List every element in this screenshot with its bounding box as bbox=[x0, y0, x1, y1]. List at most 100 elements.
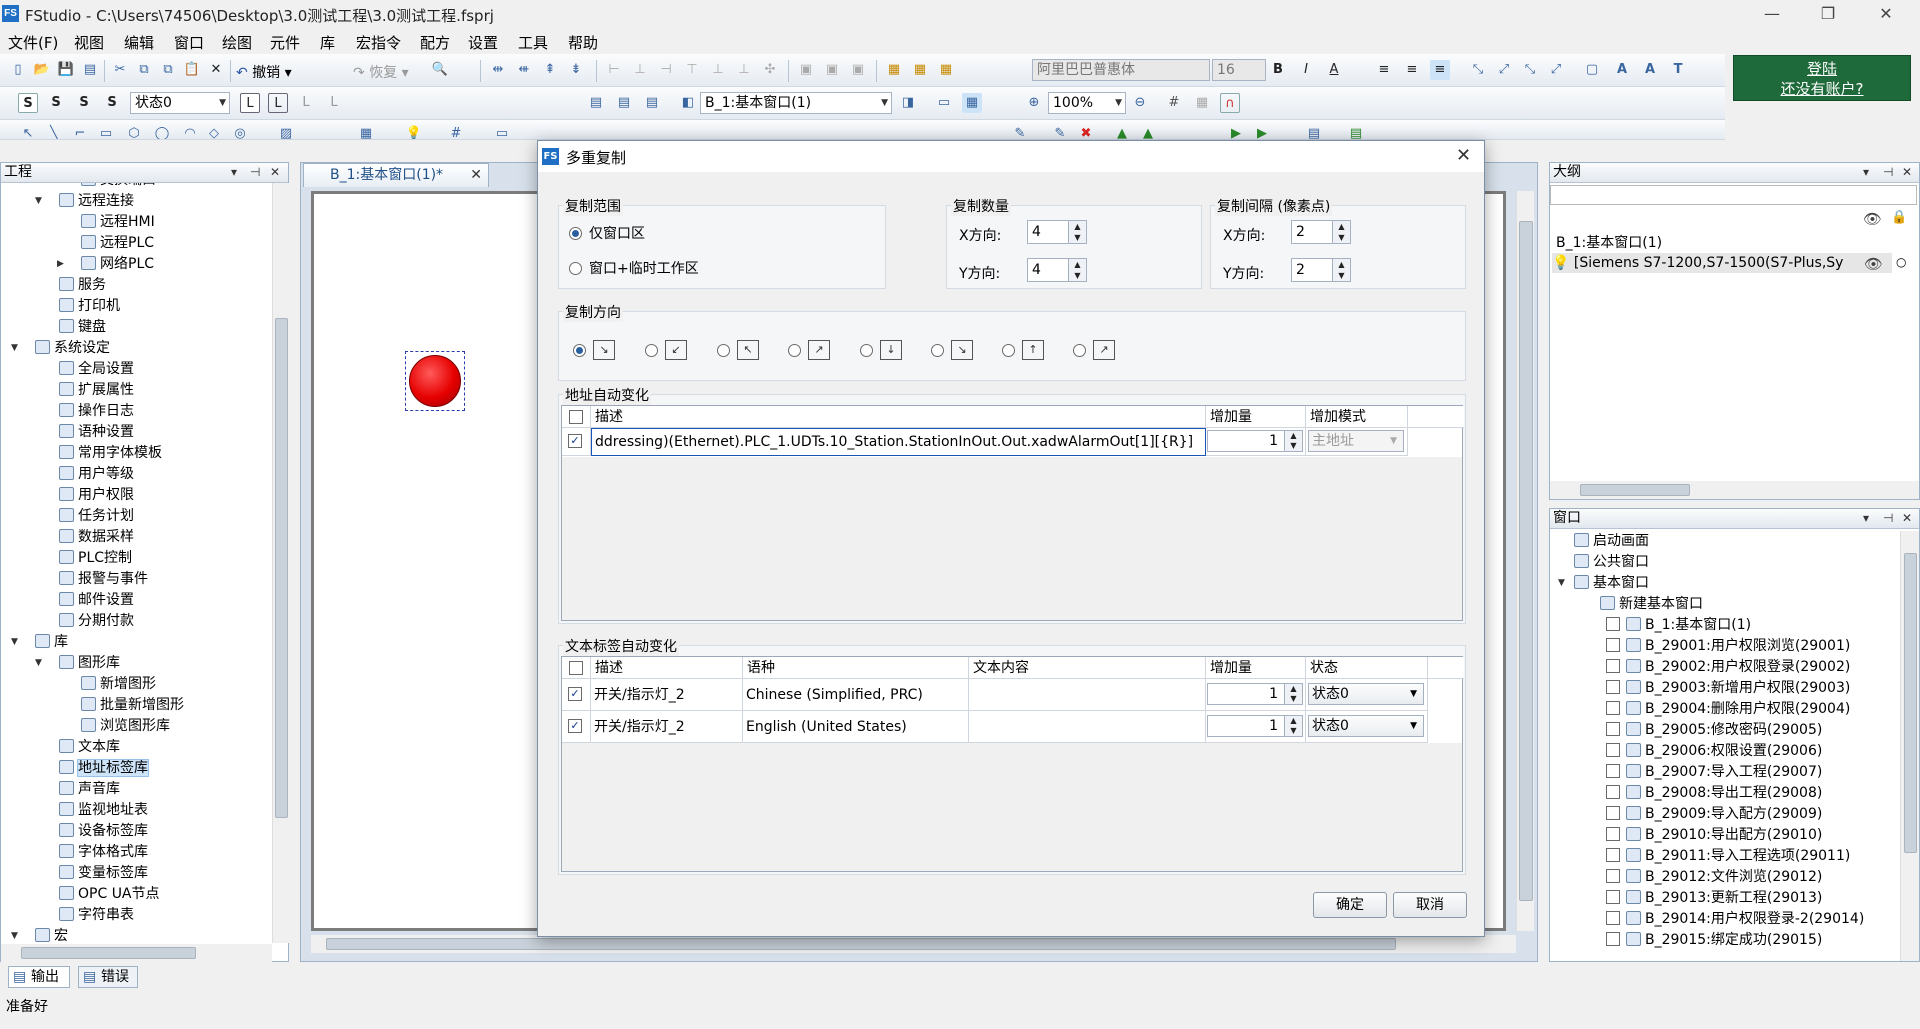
canvas-hscroll[interactable] bbox=[311, 935, 1516, 953]
dropdown-icon[interactable]: ▾ bbox=[1863, 509, 1869, 528]
window-list-item[interactable]: B_29009:导入配方(29009) bbox=[1606, 804, 1822, 824]
window-list-item[interactable]: B_29004:删除用户权限(29004) bbox=[1606, 699, 1850, 719]
text-row-checkbox[interactable]: ✓ bbox=[568, 719, 582, 733]
download-icon[interactable]: ▤ bbox=[1304, 124, 1324, 139]
window-item-checkbox[interactable] bbox=[1606, 638, 1620, 652]
tree-expander-icon[interactable]: ▶ bbox=[57, 254, 64, 274]
window-list-item[interactable]: B_29012:文件浏览(29012) bbox=[1606, 867, 1822, 887]
align-top-icon[interactable]: ⊤ bbox=[682, 60, 702, 80]
window-list-item[interactable]: B_29003:新增用户权限(29003) bbox=[1606, 678, 1850, 698]
tree-item[interactable]: 打印机 bbox=[59, 296, 120, 316]
dropdown-icon[interactable]: ▾ bbox=[231, 163, 237, 182]
prev-window-icon[interactable]: ◧ bbox=[678, 93, 698, 113]
unlock-icon[interactable]: ○ bbox=[1896, 255, 1906, 269]
text-size-up-icon[interactable]: A bbox=[1612, 60, 1632, 80]
align-icon[interactable]: ⇺ bbox=[514, 60, 534, 80]
run-icon[interactable]: ▶ bbox=[1252, 124, 1272, 139]
tree-item[interactable]: 远程PLC bbox=[81, 233, 154, 253]
zoom-in-icon[interactable]: ⊕ bbox=[1024, 93, 1044, 113]
sector-icon[interactable]: ◇ bbox=[204, 124, 224, 139]
spinner-arrows-icon[interactable]: ▲ ▼ bbox=[1332, 259, 1350, 281]
align-text-center-icon[interactable]: ≡ bbox=[1402, 60, 1422, 80]
next-window-icon[interactable]: ◨ bbox=[898, 93, 918, 113]
tree-item[interactable]: 地址标签库 bbox=[59, 758, 149, 778]
layer-l1-icon[interactable]: L bbox=[240, 93, 260, 113]
state-s3-icon[interactable]: S bbox=[102, 93, 122, 113]
align-icon[interactable]: ⇞ bbox=[540, 60, 560, 80]
find-icon[interactable]: 🔍 bbox=[430, 60, 450, 80]
tree-item[interactable]: PLC控制 bbox=[59, 548, 132, 568]
lock-icon[interactable]: 🔒 bbox=[1891, 210, 1907, 225]
tree-expander-icon[interactable]: ▼ bbox=[1558, 573, 1565, 593]
menu-item[interactable]: 窗口 bbox=[174, 32, 204, 53]
tree-item[interactable]: 设备标签库 bbox=[59, 821, 148, 841]
gap-y-spinner[interactable]: 2 ▲ ▼ bbox=[1291, 258, 1351, 282]
view-grid-icon[interactable]: ▦ bbox=[962, 93, 982, 113]
menu-item[interactable]: 文件(F) bbox=[8, 32, 58, 53]
spinner-arrows-icon[interactable]: ▲ ▼ bbox=[1068, 221, 1086, 243]
pointer-icon[interactable]: ↖ bbox=[18, 124, 38, 139]
align-middle-icon[interactable]: ⊥ bbox=[708, 60, 728, 80]
text-format-icon[interactable]: T bbox=[1668, 60, 1688, 80]
tree-expander-icon[interactable]: ▼ bbox=[11, 632, 18, 652]
zoom-out-icon[interactable]: ⊖ bbox=[1130, 93, 1150, 113]
window-props-icon[interactable]: ▤ bbox=[614, 93, 634, 113]
tree-item[interactable]: 语种设置 bbox=[59, 422, 134, 442]
scroll-thumb[interactable] bbox=[1580, 484, 1690, 496]
align-icon[interactable]: ⇹ bbox=[488, 60, 508, 80]
state-s1-icon[interactable]: S bbox=[46, 93, 66, 113]
font-color-icon[interactable]: A bbox=[1324, 60, 1344, 80]
snap-icon[interactable]: ▦ bbox=[1192, 93, 1212, 113]
align-text-right-icon[interactable]: ≡ bbox=[1430, 60, 1450, 80]
window-list-item[interactable]: B_29005:修改密码(29005) bbox=[1606, 720, 1822, 740]
tree-item[interactable]: 远程连接 bbox=[59, 191, 134, 211]
tree-expander-icon[interactable]: ▼ bbox=[35, 191, 42, 211]
scope-window-temp-radio[interactable] bbox=[569, 262, 582, 275]
eye-icon[interactable]: 👁 bbox=[1863, 210, 1882, 228]
project-tree-scrollbar[interactable] bbox=[272, 183, 289, 943]
window-item-checkbox[interactable] bbox=[1606, 764, 1620, 778]
window-item-checkbox[interactable] bbox=[1606, 617, 1620, 631]
spinner-arrows-icon[interactable]: ▲ ▼ bbox=[1284, 684, 1302, 704]
bold-icon[interactable]: B bbox=[1268, 60, 1288, 80]
address-row-checkbox[interactable]: ✓ bbox=[568, 434, 582, 448]
resize-icon[interactable]: ⤢ bbox=[1546, 60, 1566, 80]
state-s0-icon[interactable]: S bbox=[18, 93, 38, 113]
line-icon[interactable]: ╲ bbox=[44, 124, 64, 139]
bring-front-icon[interactable]: ▦ bbox=[884, 60, 904, 80]
resize-icon[interactable]: ⤢ bbox=[1494, 60, 1514, 80]
window-item-checkbox[interactable] bbox=[1606, 743, 1620, 757]
minimize-icon[interactable]: — bbox=[1752, 2, 1792, 26]
window-list-item[interactable]: B_29001:用户权限浏览(29001) bbox=[1606, 636, 1850, 656]
new-file-icon[interactable]: ▯ bbox=[8, 60, 28, 80]
font-size-select[interactable]: 16 bbox=[1212, 59, 1266, 81]
menu-item[interactable]: 元件 bbox=[270, 32, 300, 53]
macro-icon[interactable]: ✎ bbox=[1010, 124, 1030, 139]
direction-radio-5[interactable] bbox=[860, 344, 873, 357]
tree-item[interactable]: 远程HMI bbox=[81, 212, 155, 232]
spiral-icon[interactable]: ◎ bbox=[230, 124, 250, 139]
tree-expander-icon[interactable]: ▼ bbox=[35, 653, 42, 673]
image-icon[interactable]: ▨ bbox=[276, 124, 296, 139]
window-select[interactable]: B_1:基本窗口(1) ▼ bbox=[700, 92, 892, 114]
tab-output[interactable]: ▤ 输出 bbox=[8, 966, 70, 988]
window-item-checkbox[interactable] bbox=[1606, 890, 1620, 904]
text-inc-spinner[interactable]: 1 ▲ ▼ bbox=[1207, 683, 1303, 705]
compile-icon[interactable]: ▲ bbox=[1112, 124, 1132, 139]
tree-expander-icon[interactable]: ▼ bbox=[11, 338, 18, 358]
tree-item[interactable]: 文本库 bbox=[59, 737, 120, 757]
tree-item[interactable]: 系统设定 bbox=[35, 338, 110, 358]
spinner-arrows-icon[interactable]: ▲ ▼ bbox=[1284, 716, 1302, 736]
window-tree-scrollbar[interactable] bbox=[1900, 531, 1919, 961]
close-icon[interactable]: ✕ bbox=[1456, 145, 1471, 166]
eye-icon[interactable]: 👁 bbox=[1864, 255, 1883, 273]
outline-search-input[interactable] bbox=[1550, 185, 1917, 205]
ok-button[interactable]: 确定 bbox=[1313, 892, 1387, 918]
pin-icon[interactable]: ⊣ bbox=[250, 163, 260, 182]
tree-item[interactable]: 报警与事件 bbox=[59, 569, 148, 589]
window-list-item[interactable]: B_29010:导出配方(29010) bbox=[1606, 825, 1822, 845]
pin-icon[interactable]: ⊣ bbox=[1883, 509, 1893, 528]
address-row-desc[interactable]: ddressing)(Ethernet).PLC_1.UDTs.10_Stati… bbox=[591, 428, 1206, 456]
gap-x-spinner[interactable]: 2 ▲ ▼ bbox=[1291, 220, 1351, 244]
menu-item[interactable]: 视图 bbox=[74, 32, 104, 53]
